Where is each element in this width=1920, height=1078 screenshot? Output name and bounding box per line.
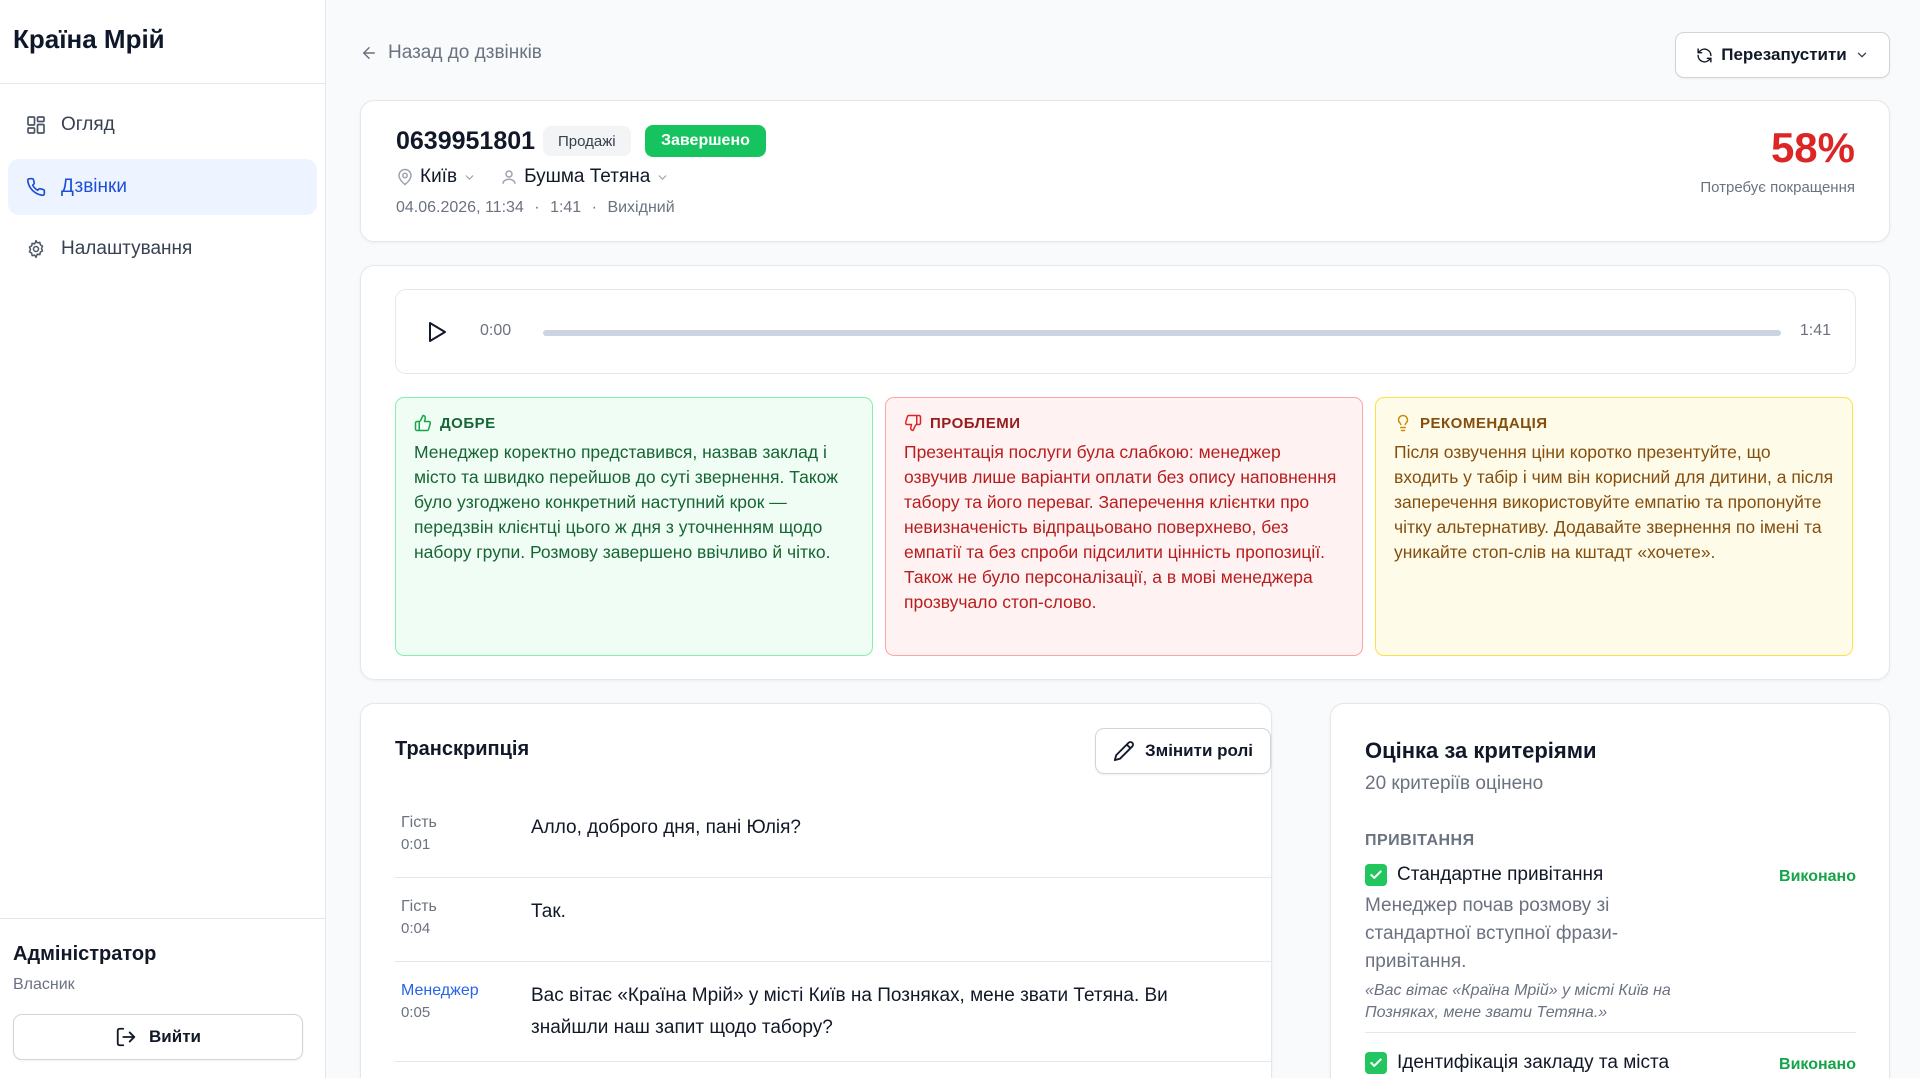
current-time: 0:00 <box>480 322 512 339</box>
user-role: Власник <box>13 976 75 993</box>
category-badge: Продажі <box>543 126 631 156</box>
transcript-title: Транскрипція <box>395 738 530 760</box>
chevron-down-icon[interactable] <box>463 171 476 184</box>
criterion-item: Стандартне привітання Виконано Менеджер … <box>1365 864 1856 1024</box>
criterion-name: Стандартне привітання <box>1397 864 1604 885</box>
logout-icon <box>115 1026 137 1048</box>
top-bar: Назад до дзвінків Перезапустити <box>360 32 1890 78</box>
feedback-recommendations-panel: РЕКОМЕНДАЦІЯ Після озвучення ціни коротк… <box>1375 397 1853 656</box>
back-to-calls-link[interactable]: Назад до дзвінків <box>360 42 542 64</box>
criterion-description: Менеджер почав розмову зі стандартної вс… <box>1365 895 1619 972</box>
criteria-title: Оцінка за критеріями <box>1365 738 1597 763</box>
criteria-group-heading: ПРИВІТАННЯ <box>1365 832 1475 849</box>
gear-icon <box>25 238 47 260</box>
sidebar-nav: Огляд Дзвінки Налаштування <box>0 84 325 277</box>
phone-icon <box>25 176 47 198</box>
sidebar-item-label: Дзвінки <box>61 176 127 197</box>
call-details: 04.06.2026, 11:34 · 1:41 · Вихідний <box>396 199 675 217</box>
call-direction: Вихідний <box>607 199 675 216</box>
status-badge: Завершено <box>645 125 766 157</box>
sidebar-item-overview[interactable]: Огляд <box>8 97 317 153</box>
separator: · <box>591 199 597 216</box>
arrow-left-icon <box>360 44 378 62</box>
criteria-card: Оцінка за критеріями 20 критеріїв оцінен… <box>1330 703 1890 1078</box>
chevron-down-icon[interactable] <box>656 171 669 184</box>
lightbulb-icon <box>1394 414 1412 432</box>
criterion-status: Виконано <box>1779 1056 1856 1073</box>
criterion-item: Ідентифікація закладу та міста Виконано <box>1365 1052 1856 1074</box>
audio-player: 0:00 1:41 <box>395 289 1856 374</box>
user-name: Адміністратор <box>13 943 157 965</box>
back-link-label: Назад до дзвінків <box>388 42 542 63</box>
logout-button[interactable]: Вийти <box>13 1014 303 1060</box>
chevron-down-icon <box>1855 48 1869 62</box>
sidebar-item-calls[interactable]: Дзвінки <box>8 159 317 215</box>
timestamp: 0:01 <box>401 836 431 853</box>
criterion-name: Ідентифікація закладу та міста <box>1397 1052 1670 1073</box>
change-roles-label: Змінити ролі <box>1144 741 1254 760</box>
grid-icon <box>25 114 47 136</box>
play-icon[interactable] <box>426 320 448 344</box>
logout-label: Вийти <box>149 1027 201 1046</box>
pencil-icon <box>1113 740 1135 762</box>
check-icon <box>1365 864 1387 886</box>
criterion-quote: «Вас вітає «Країна Мрій» у місті Київ на… <box>1365 982 1671 1021</box>
feedback-problems-title: ПРОБЛЕМИ <box>930 414 1021 432</box>
call-phone-number: 0639951801 <box>396 127 536 155</box>
criteria-subtitle: 20 критеріїв оцінено <box>1365 773 1544 794</box>
timestamp: 0:05 <box>401 1004 431 1021</box>
sidebar-item-label: Огляд <box>61 114 115 135</box>
feedback-good-text: Менеджер коректно представився, назвав з… <box>414 442 838 562</box>
user-icon <box>500 168 518 186</box>
map-pin-icon <box>396 168 414 186</box>
transcript-row: Гість 0:04 Так. <box>395 878 1271 962</box>
total-time: 1:41 <box>1799 322 1831 339</box>
speaker-label: Гість <box>401 898 437 915</box>
utterance-text: Вас вітає «Країна Мрій» у місті Київ на … <box>531 985 1168 1038</box>
restart-label: Перезапустити <box>1721 45 1847 64</box>
feedback-recommendations-title: РЕКОМЕНДАЦІЯ <box>1420 414 1548 432</box>
feedback-problems-panel: ПРОБЛЕМИ Презентація послуги була слабко… <box>885 397 1363 656</box>
sidebar-item-label: Налаштування <box>61 238 193 259</box>
manager-select[interactable]: Бушма Тетяна <box>524 166 650 188</box>
call-datetime: 04.06.2026, 11:34 <box>396 199 524 216</box>
score-label: Потребує покращення <box>1700 179 1855 196</box>
utterance-text: Так. <box>531 901 566 922</box>
progress-track[interactable] <box>543 330 1781 336</box>
speaker-label: Гість <box>401 814 437 831</box>
call-header-card: 0639951801 Продажі Завершено Київ Бушма … <box>360 100 1890 242</box>
feedback-recommendations-text: Після озвучення ціни коротко презентуйте… <box>1394 442 1834 562</box>
restart-button[interactable]: Перезапустити <box>1675 32 1890 78</box>
sidebar: Країна Мрій Огляд Дзвінки Налаштування А… <box>0 0 326 1078</box>
check-icon <box>1365 1052 1387 1074</box>
criterion-status: Виконано <box>1779 868 1856 885</box>
feedback-good-panel: ДОБРЕ Менеджер коректно представився, на… <box>395 397 873 656</box>
sidebar-item-settings[interactable]: Налаштування <box>8 221 317 277</box>
refresh-icon <box>1696 47 1713 64</box>
transcript-row: Гість 0:01 Алло, доброго дня, пані Юлія? <box>395 794 1271 878</box>
app-logo-title[interactable]: Країна Мрій <box>0 0 325 84</box>
timestamp: 0:04 <box>401 920 431 937</box>
change-roles-button[interactable]: Змінити ролі <box>1095 728 1271 774</box>
transcript-row: Менеджер 0:05 Вас вітає «Країна Мрій» у … <box>395 962 1271 1062</box>
score-value: 58% <box>1770 124 1855 171</box>
thumbs-up-icon <box>414 414 432 432</box>
transcript-card: Транскрипція Змінити ролі Гість 0:01 Алл… <box>360 703 1272 1078</box>
city-select[interactable]: Київ <box>420 166 457 188</box>
sidebar-footer: Адміністратор Власник Вийти <box>0 918 325 1078</box>
call-meta-row: Київ Бушма Тетяна <box>396 166 693 188</box>
utterance-text: Алло, доброго дня, пані Юлія? <box>531 817 801 838</box>
divider <box>1365 1032 1856 1033</box>
thumbs-down-icon <box>904 414 922 432</box>
separator: · <box>534 199 540 216</box>
feedback-good-title: ДОБРЕ <box>440 414 496 432</box>
score-block: 58% Потребує покращення <box>1700 124 1855 197</box>
speaker-label: Менеджер <box>401 982 479 999</box>
analysis-card: 0:00 1:41 ДОБРЕ Менеджер коректно предст… <box>360 265 1890 680</box>
call-duration: 1:41 <box>550 199 582 216</box>
feedback-problems-text: Презентація послуги була слабкою: менедж… <box>904 442 1337 612</box>
